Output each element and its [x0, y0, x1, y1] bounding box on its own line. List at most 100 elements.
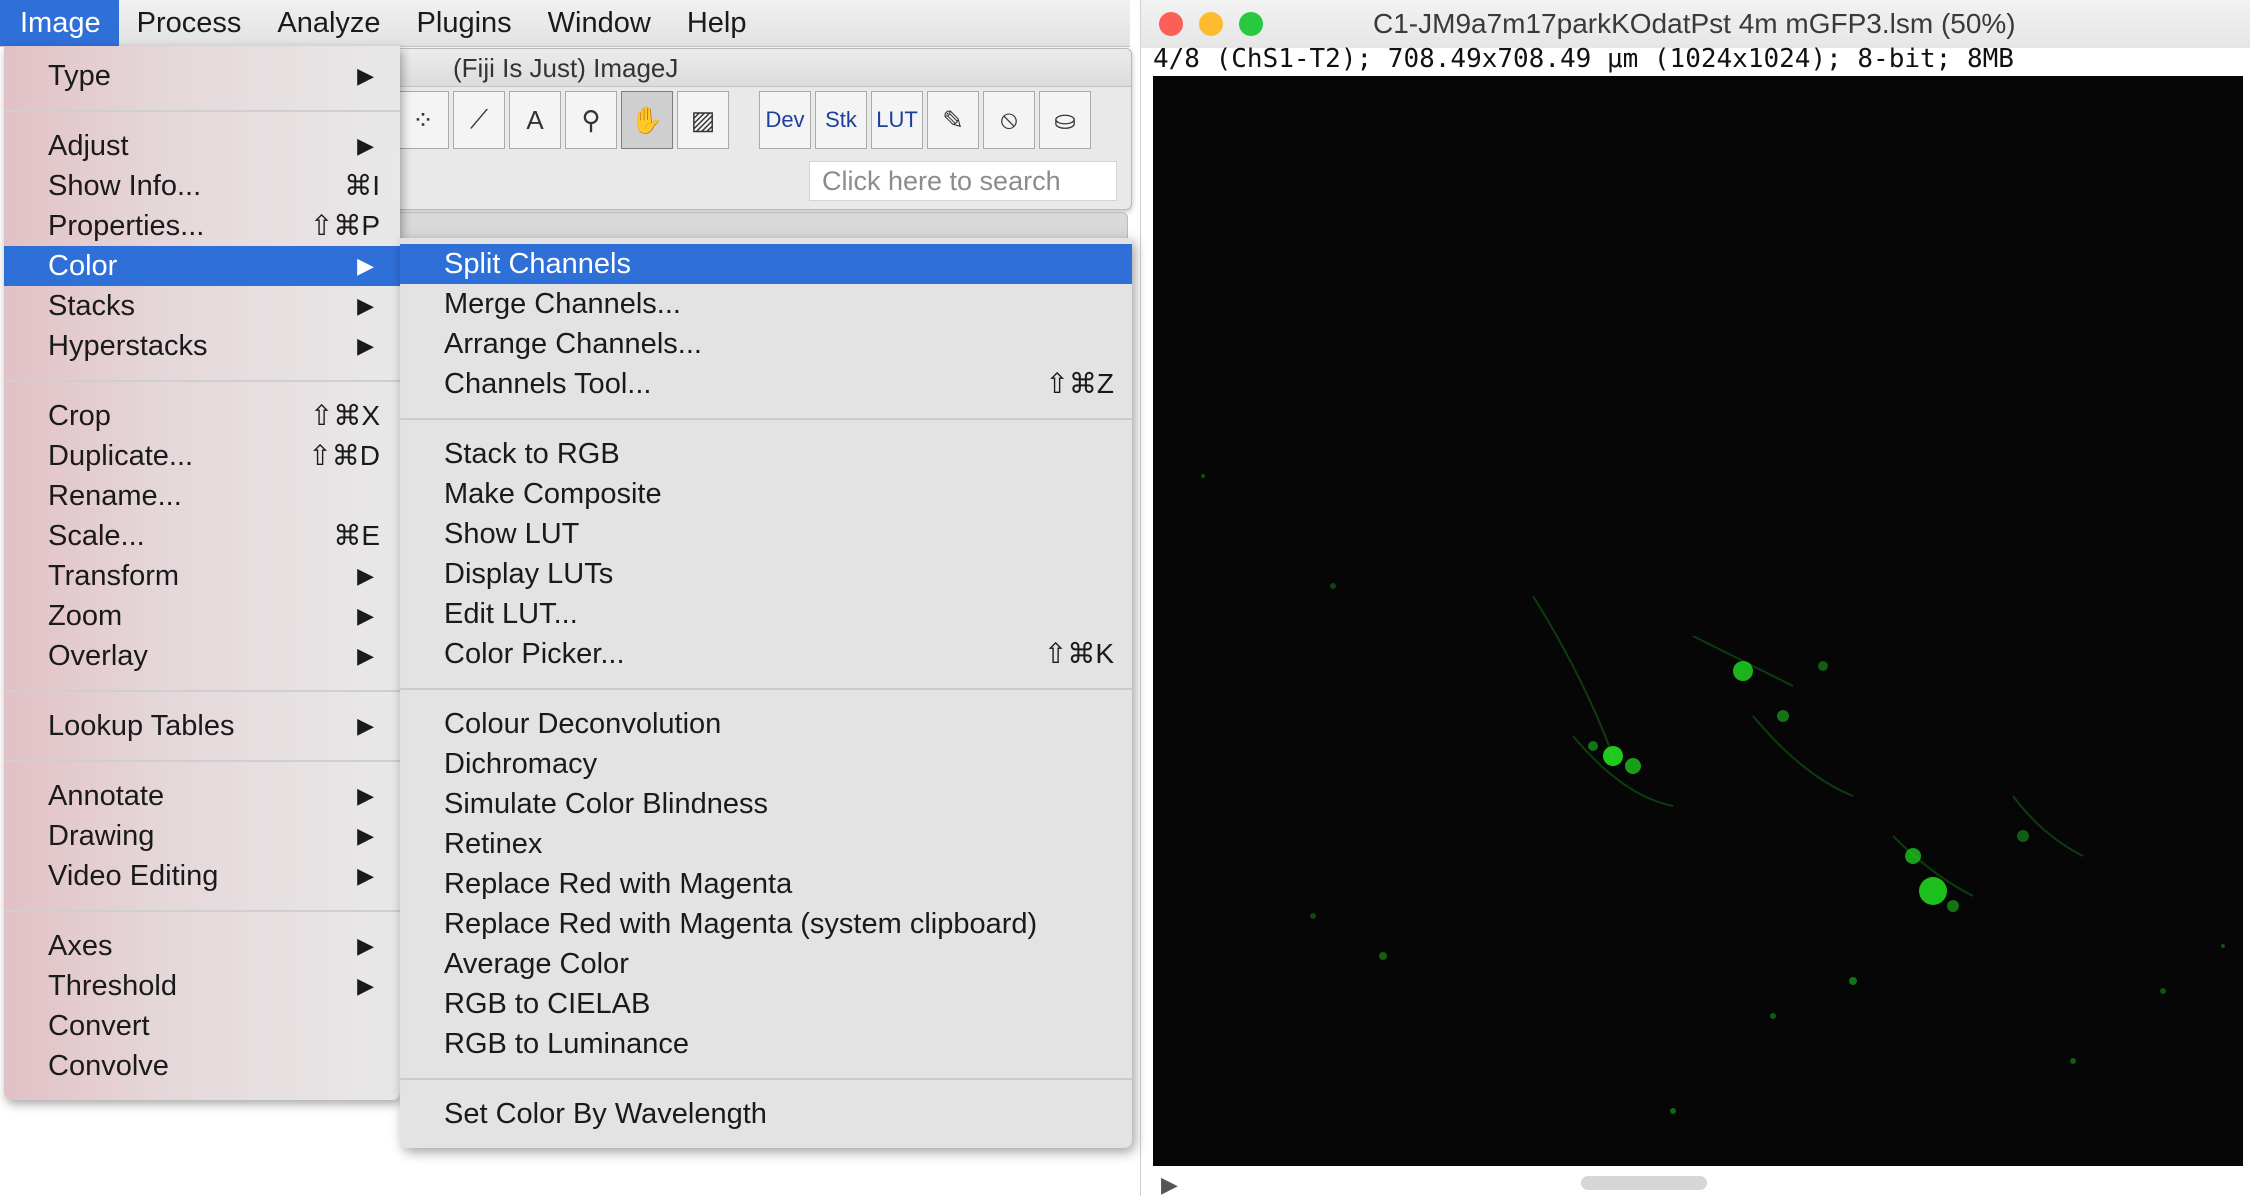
menu-item-type[interactable]: Type ▶: [4, 56, 400, 96]
menu-item-label: Stacks: [48, 290, 136, 322]
menu-item-label: Replace Red with Magenta: [444, 868, 793, 900]
pencil-icon[interactable]: ✎: [927, 91, 979, 149]
fluorescent-process: [1752, 715, 1854, 797]
fluorescence-image: [1201, 474, 2225, 1114]
menu-item-label: Make Composite: [444, 478, 662, 510]
text-tool-icon[interactable]: A: [509, 91, 561, 149]
submenu-arrow-icon: ▶: [357, 63, 374, 88]
menu-item-split-channels[interactable]: Split Channels: [400, 244, 1132, 284]
menu-item-label: Type: [48, 60, 111, 92]
menu-item-properties[interactable]: Properties... ⇧⌘P: [4, 206, 400, 246]
menu-item-adjust[interactable]: Adjust ▶: [4, 126, 400, 166]
submenu-arrow-icon: ▶: [357, 713, 374, 738]
submenu-arrow-icon: ▶: [357, 823, 374, 848]
menu-item-overlay[interactable]: Overlay ▶: [4, 636, 400, 676]
menu-item-make-composite[interactable]: Make Composite: [400, 474, 1132, 514]
menu-item-dichromacy[interactable]: Dichromacy: [400, 744, 1132, 784]
wand-icon[interactable]: ⟋: [453, 91, 505, 149]
menu-item-axes[interactable]: Axes ▶: [4, 926, 400, 966]
menu-item-color-picker[interactable]: Color Picker... ⇧⌘K: [400, 634, 1132, 674]
menu-item-drawing[interactable]: Drawing ▶: [4, 816, 400, 856]
lut-tool[interactable]: LUT: [871, 91, 923, 149]
menu-item-label: Convolve: [48, 1050, 169, 1082]
menu-item-average-color[interactable]: Average Color: [400, 944, 1132, 984]
play-icon[interactable]: ▶: [1161, 1172, 1178, 1198]
fluorescent-cell: [2070, 1058, 2076, 1064]
color-picker-icon[interactable]: ▨: [677, 91, 729, 149]
close-window-button[interactable]: [1159, 12, 1183, 36]
menu-item-edit-lut[interactable]: Edit LUT...: [400, 594, 1132, 634]
menu-item-transform[interactable]: Transform ▶: [4, 556, 400, 596]
menu-item-label: Threshold: [48, 970, 177, 1002]
menu-item-rgb-to-luminance[interactable]: RGB to Luminance: [400, 1024, 1132, 1064]
selection-icon[interactable]: ⁘: [397, 91, 449, 149]
image-canvas[interactable]: [1153, 76, 2243, 1166]
menu-item-rgb-to-cielab[interactable]: RGB to CIELAB: [400, 984, 1132, 1024]
menu-item-threshold[interactable]: Threshold ▶: [4, 966, 400, 1006]
search-input[interactable]: Click here to search: [809, 161, 1117, 201]
fluorescent-process: [1572, 735, 1674, 807]
menu-item-retinex[interactable]: Retinex: [400, 824, 1132, 864]
menu-item-annotate[interactable]: Annotate ▶: [4, 776, 400, 816]
menu-process[interactable]: Process: [119, 0, 260, 46]
menu-item-display-luts[interactable]: Display LUTs: [400, 554, 1132, 594]
menu-item-colour-deconvolution[interactable]: Colour Deconvolution: [400, 704, 1132, 744]
menu-item-label: Convert: [48, 1010, 150, 1042]
zoom-window-button[interactable]: [1239, 12, 1263, 36]
menu-item-scale[interactable]: Scale... ⌘E: [4, 516, 400, 556]
menu-bar: Image Process Analyze Plugins Window Help: [0, 0, 1130, 47]
menu-item-zoom[interactable]: Zoom ▶: [4, 596, 400, 636]
submenu-arrow-icon: ▶: [357, 333, 374, 358]
menu-shortcut: ⌘E: [333, 520, 380, 551]
dev-tool[interactable]: Dev: [759, 91, 811, 149]
submenu-arrow-icon: ▶: [357, 643, 374, 668]
menu-analyze[interactable]: Analyze: [259, 0, 398, 46]
menu-item-arrange-channels[interactable]: Arrange Channels...: [400, 324, 1132, 364]
menu-item-hyperstacks[interactable]: Hyperstacks ▶: [4, 326, 400, 366]
menu-help[interactable]: Help: [669, 0, 765, 46]
menu-item-duplicate[interactable]: Duplicate... ⇧⌘D: [4, 436, 400, 476]
menu-item-show-info[interactable]: Show Info... ⌘I: [4, 166, 400, 206]
brush-icon[interactable]: ⦸: [983, 91, 1035, 149]
menu-item-merge-channels[interactable]: Merge Channels...: [400, 284, 1132, 324]
flood-fill-icon[interactable]: ⛀: [1039, 91, 1091, 149]
menu-plugins[interactable]: Plugins: [399, 0, 530, 46]
menu-item-label: Crop: [48, 400, 111, 432]
menu-item-show-lut[interactable]: Show LUT: [400, 514, 1132, 554]
menu-item-label: Drawing: [48, 820, 155, 852]
horizontal-scrollbar[interactable]: [1581, 1176, 1707, 1190]
image-window-titlebar: C1-JM9a7m17parkKOdatPst 4m mGFP3.lsm (50…: [1141, 0, 2250, 48]
menu-window[interactable]: Window: [530, 0, 669, 46]
minimize-window-button[interactable]: [1199, 12, 1223, 36]
menu-item-video-editing[interactable]: Video Editing ▶: [4, 856, 400, 896]
menu-item-color[interactable]: Color ▶: [4, 246, 400, 286]
menu-item-label: Color Picker...: [444, 638, 625, 670]
menu-item-rename[interactable]: Rename...: [4, 476, 400, 516]
menu-item-set-color-by-wavelength[interactable]: Set Color By Wavelength: [400, 1094, 1132, 1134]
menu-item-stack-to-rgb[interactable]: Stack to RGB: [400, 434, 1132, 474]
menu-item-replace-red-with-magenta-system-clipboard[interactable]: Replace Red with Magenta (system clipboa…: [400, 904, 1132, 944]
menu-item-convolve[interactable]: Convolve: [4, 1046, 400, 1086]
fluorescent-cell: [1588, 741, 1598, 751]
menu-item-replace-red-with-magenta[interactable]: Replace Red with Magenta: [400, 864, 1132, 904]
magnifier-icon[interactable]: ⚲: [565, 91, 617, 149]
hand-icon[interactable]: ✋: [621, 91, 673, 149]
menu-item-simulate-color-blindness[interactable]: Simulate Color Blindness: [400, 784, 1132, 824]
menu-item-label: Duplicate...: [48, 440, 194, 472]
menu-separator: [400, 1078, 1132, 1080]
fluorescent-cell: [1770, 1013, 1776, 1019]
menu-image[interactable]: Image: [0, 0, 119, 46]
menu-shortcut: ⇧⌘X: [309, 400, 380, 431]
fluorescent-cell: [1625, 758, 1641, 774]
imagej-window-title: (Fiji Is Just) ImageJ: [391, 49, 1131, 87]
menu-item-stacks[interactable]: Stacks ▶: [4, 286, 400, 326]
menu-item-lookup-tables[interactable]: Lookup Tables ▶: [4, 706, 400, 746]
menu-item-convert[interactable]: Convert: [4, 1006, 400, 1046]
menu-item-label: Edit LUT...: [444, 598, 578, 630]
image-menu-dropdown: Type ▶ Adjust ▶ Show Info... ⌘I Properties... ⇧…: [4, 46, 400, 1100]
background-window-titlebar: [396, 212, 1128, 240]
fluorescent-cell: [1849, 977, 1857, 985]
stk-tool[interactable]: Stk: [815, 91, 867, 149]
menu-item-channels-tool[interactable]: Channels Tool... ⇧⌘Z: [400, 364, 1132, 404]
menu-item-crop[interactable]: Crop ⇧⌘X: [4, 396, 400, 436]
